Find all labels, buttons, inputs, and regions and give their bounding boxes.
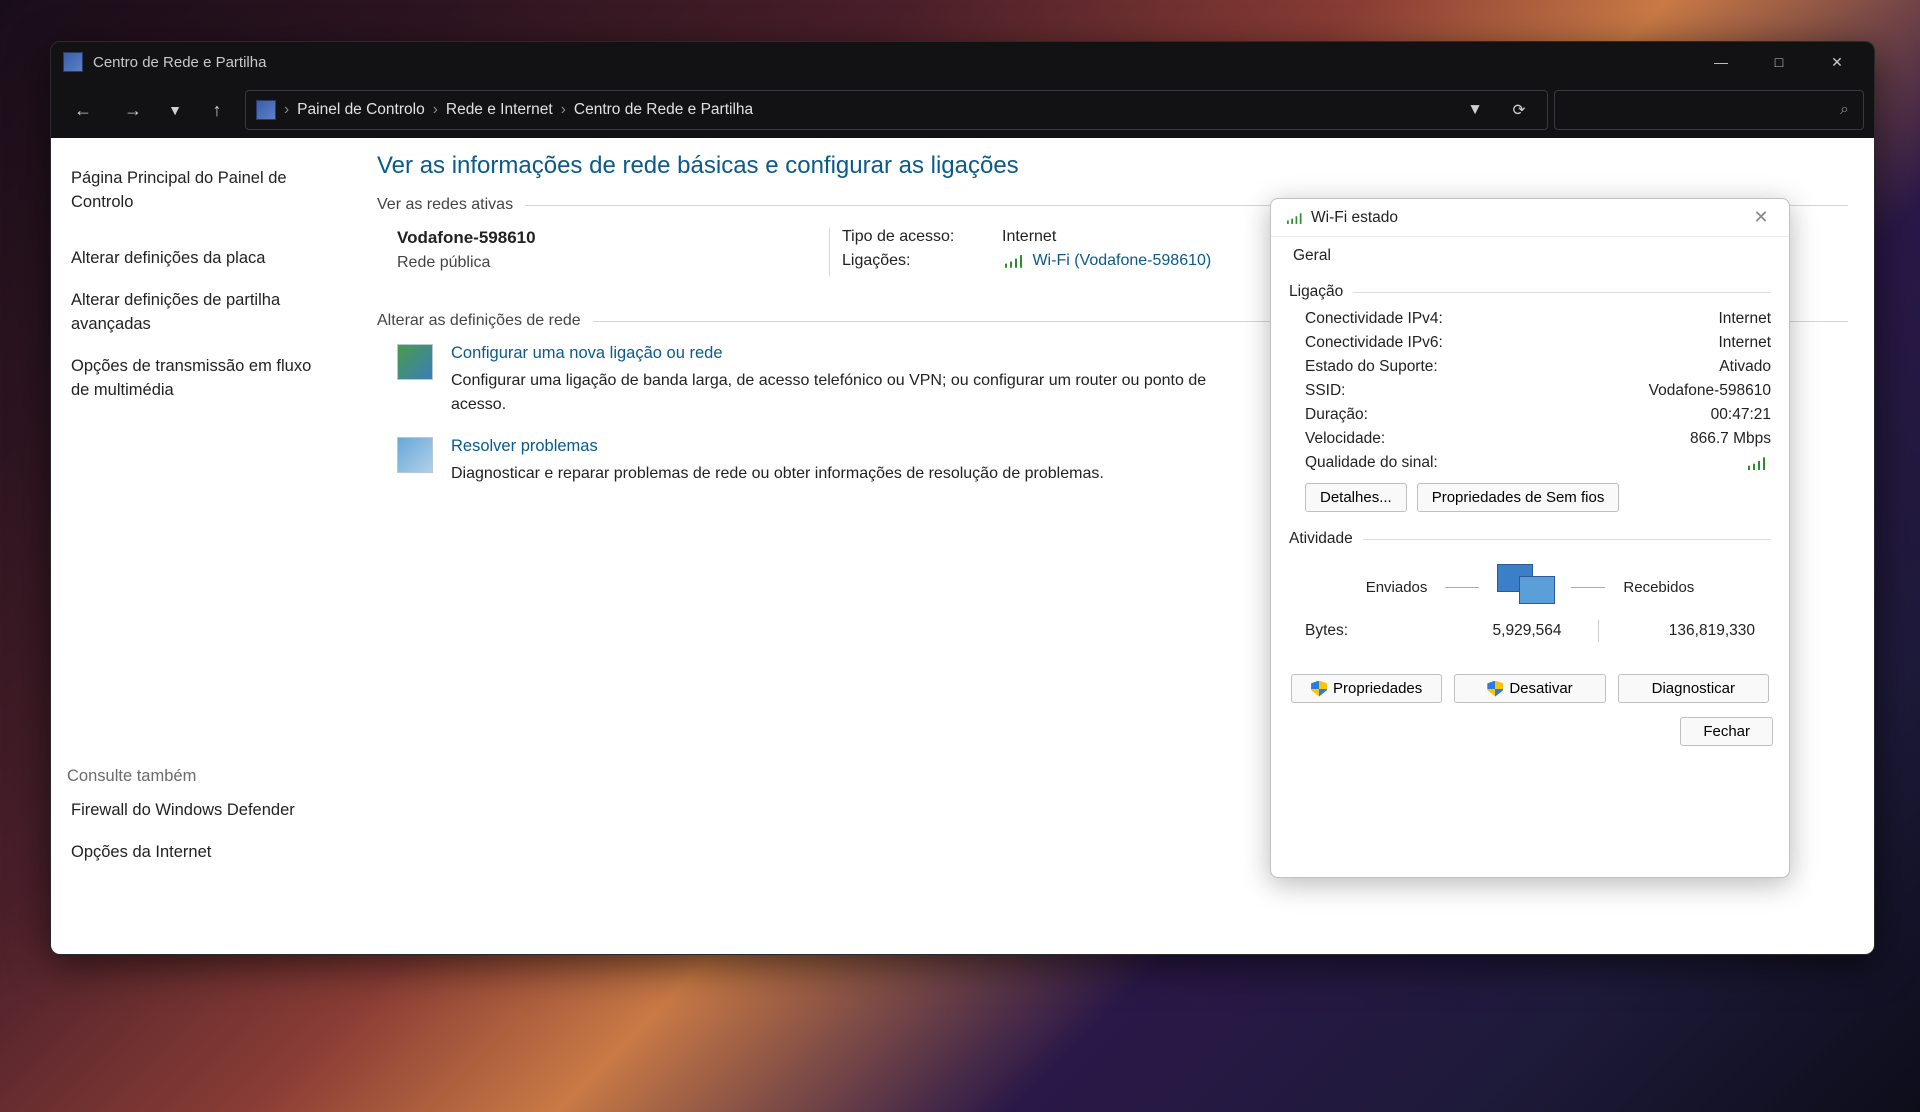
network-name: Vodafone-598610 bbox=[397, 228, 817, 248]
sent-label: Enviados bbox=[1366, 579, 1428, 596]
bytes-label: Bytes: bbox=[1305, 622, 1405, 640]
dialog-title: Wi-Fi estado bbox=[1311, 209, 1398, 227]
kv-label: Conectividade IPv6: bbox=[1305, 334, 1443, 352]
refresh-button[interactable]: ⟳ bbox=[1501, 92, 1537, 128]
bytes-sent: 5,929,564 bbox=[1405, 622, 1598, 640]
back-button[interactable]: ← bbox=[61, 88, 105, 132]
kv-value: Internet bbox=[1718, 310, 1771, 328]
signal-quality-label: Qualidade do sinal: bbox=[1305, 454, 1438, 472]
forward-button[interactable]: → bbox=[111, 88, 155, 132]
properties-button[interactable]: Propriedades bbox=[1291, 674, 1442, 703]
sidebar-item-streaming[interactable]: Opções de transmissão em fluxo de multim… bbox=[67, 350, 335, 408]
signal-icon bbox=[1285, 212, 1302, 224]
sidebar-item-firewall[interactable]: Firewall do Windows Defender bbox=[67, 794, 335, 828]
breadcrumb-item-2[interactable]: Centro de Rede e Partilha bbox=[574, 101, 753, 119]
connection-heading: Ligação bbox=[1289, 283, 1343, 301]
up-button[interactable]: ↑ bbox=[195, 88, 239, 132]
bytes-received: 136,819,330 bbox=[1599, 622, 1756, 640]
disable-button[interactable]: Desativar bbox=[1454, 674, 1605, 703]
close-button[interactable]: ✕ bbox=[1808, 42, 1866, 82]
kv-value: Internet bbox=[1718, 334, 1771, 352]
active-networks-label: Ver as redes ativas bbox=[377, 196, 513, 214]
access-type-value: Internet bbox=[1002, 228, 1056, 246]
search-input[interactable]: ⌕ bbox=[1554, 90, 1864, 130]
kv-label: Velocidade: bbox=[1305, 430, 1385, 448]
kv-value: 866.7 Mbps bbox=[1690, 430, 1771, 448]
details-button[interactable]: Detalhes... bbox=[1305, 483, 1407, 512]
sidebar-item-internet-options[interactable]: Opções da Internet bbox=[67, 836, 335, 870]
history-dropdown[interactable]: ▼ bbox=[161, 88, 189, 132]
activity-heading: Atividade bbox=[1289, 530, 1353, 548]
wifi-status-dialog: Wi-Fi estado ✕ Geral Ligação Conectivida… bbox=[1270, 198, 1790, 878]
window-controls: — □ ✕ bbox=[1692, 42, 1866, 82]
network-setup-icon bbox=[397, 344, 433, 380]
computers-icon bbox=[1497, 564, 1553, 610]
maximize-button[interactable]: □ bbox=[1750, 42, 1808, 82]
page-title: Ver as informações de rede básicas e con… bbox=[377, 152, 1848, 180]
breadcrumb-sep: › bbox=[284, 101, 289, 119]
dialog-body: Ligação Conectividade IPv4: Internet Cone… bbox=[1271, 269, 1789, 877]
sidebar-item-adapter[interactable]: Alterar definições da placa bbox=[67, 242, 335, 276]
received-label: Recebidos bbox=[1623, 579, 1694, 596]
sidebar-item-home[interactable]: Página Principal do Painel de Controlo bbox=[67, 162, 335, 220]
minimize-button[interactable]: — bbox=[1692, 42, 1750, 82]
kv-label: SSID: bbox=[1305, 382, 1345, 400]
sidebar-item-sharing[interactable]: Alterar definições de partilha avançadas bbox=[67, 284, 335, 342]
shield-icon bbox=[1311, 681, 1327, 697]
shield-icon bbox=[1487, 681, 1503, 697]
dialog-action-buttons: Propriedades Desativar Diagnosticar bbox=[1287, 658, 1773, 707]
kv-label: Duração: bbox=[1305, 406, 1368, 424]
troubleshoot-icon bbox=[397, 437, 433, 473]
diagnose-button[interactable]: Diagnosticar bbox=[1618, 674, 1769, 703]
window-title: Centro de Rede e Partilha bbox=[93, 54, 266, 71]
tab-general[interactable]: Geral bbox=[1283, 243, 1341, 269]
kv-value: Vodafone-598610 bbox=[1649, 382, 1771, 400]
network-type: Rede pública bbox=[397, 254, 817, 272]
connection-link[interactable]: Wi-Fi (Vodafone-598610) bbox=[1032, 252, 1211, 269]
kv-value: Ativado bbox=[1719, 358, 1771, 376]
signal-icon bbox=[1002, 254, 1022, 268]
kv-label: Conectividade IPv4: bbox=[1305, 310, 1443, 328]
task-title-1[interactable]: Resolver problemas bbox=[451, 437, 1104, 456]
titlebar: Centro de Rede e Partilha — □ ✕ bbox=[51, 42, 1874, 82]
breadcrumb-item-1[interactable]: Rede e Internet bbox=[446, 101, 553, 119]
see-also-heading: Consulte também bbox=[67, 767, 335, 786]
connections-label: Ligações: bbox=[842, 252, 1002, 270]
app-icon bbox=[63, 52, 83, 72]
dialog-close-button[interactable]: ✕ bbox=[1745, 202, 1777, 234]
activity-group: Atividade Enviados Recebidos Bytes: 5,92… bbox=[1289, 530, 1771, 646]
sidebar: Página Principal do Painel de Controlo A… bbox=[51, 138, 351, 954]
navigation-bar: ← → ▼ ↑ › Painel de Controlo › Rede e In… bbox=[51, 82, 1874, 138]
address-dropdown[interactable]: ▼ bbox=[1457, 92, 1493, 128]
wifi-properties-button[interactable]: Propriedades de Sem fios bbox=[1417, 483, 1620, 512]
task-title-0[interactable]: Configurar uma nova ligação ou rede bbox=[451, 344, 1251, 363]
task-desc-0: Configurar uma ligação de banda larga, d… bbox=[451, 369, 1251, 417]
access-type-label: Tipo de acesso: bbox=[842, 228, 1002, 246]
dialog-titlebar: Wi-Fi estado ✕ bbox=[1271, 199, 1789, 237]
signal-quality-icon bbox=[1745, 456, 1765, 470]
task-desc-1: Diagnosticar e reparar problemas de rede… bbox=[451, 462, 1104, 486]
breadcrumb-icon bbox=[256, 100, 276, 120]
kv-value: 00:47:21 bbox=[1711, 406, 1771, 424]
search-icon: ⌕ bbox=[1840, 101, 1849, 119]
dialog-tabs: Geral bbox=[1271, 237, 1789, 269]
kv-label: Estado do Suporte: bbox=[1305, 358, 1438, 376]
breadcrumb-item-0[interactable]: Painel de Controlo bbox=[297, 101, 425, 119]
connection-group: Ligação Conectividade IPv4: Internet Cone… bbox=[1289, 283, 1771, 512]
change-settings-label: Alterar as definições de rede bbox=[377, 312, 581, 330]
dialog-close-ok-button[interactable]: Fechar bbox=[1680, 717, 1773, 746]
breadcrumb[interactable]: › Painel de Controlo › Rede e Internet ›… bbox=[245, 90, 1548, 130]
